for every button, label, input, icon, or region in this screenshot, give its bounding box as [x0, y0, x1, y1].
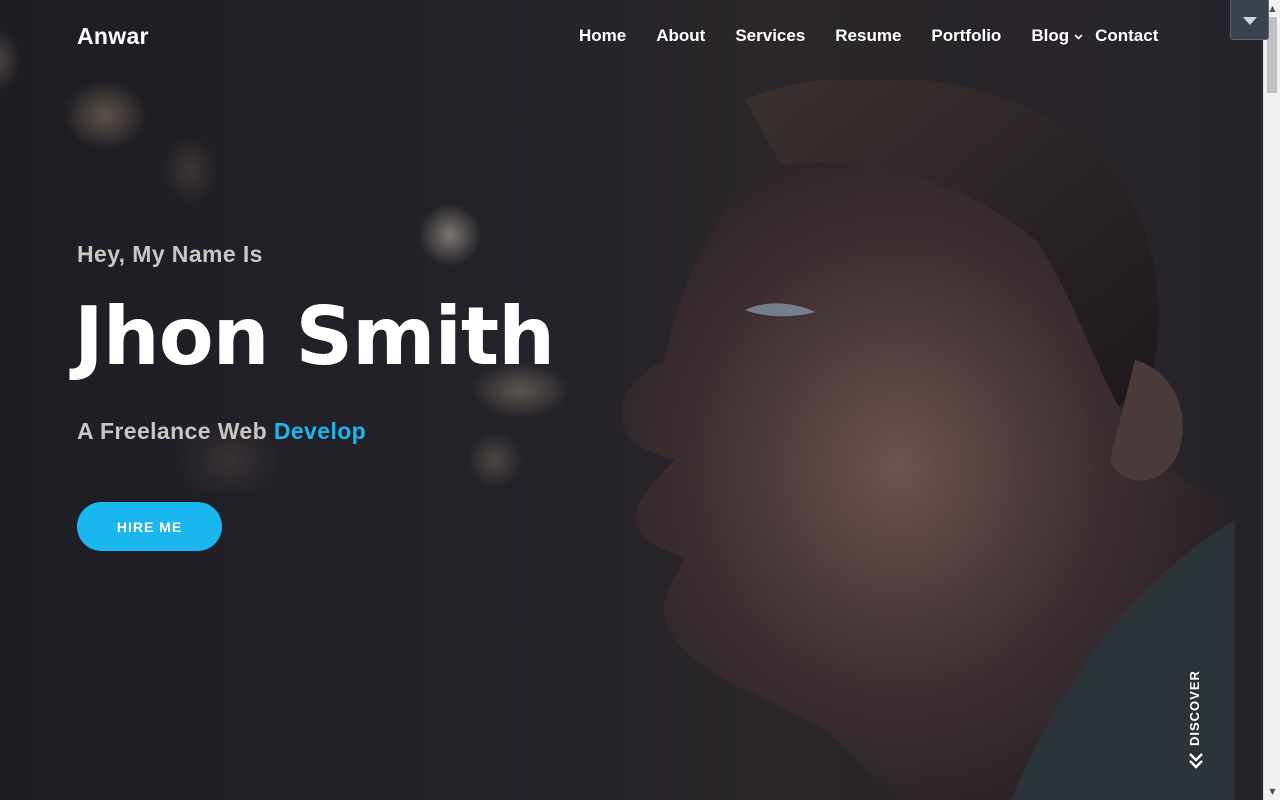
- hero-greeting: Hey, My Name Is: [77, 241, 263, 267]
- page-scrollbar[interactable]: ▲ ▼: [1263, 0, 1280, 800]
- main-menu: Home About Services Resume Portfolio Blo…: [579, 26, 1188, 46]
- scroll-down-arrow-icon[interactable]: ▼: [1264, 783, 1280, 800]
- hero-portrait-image: [615, 80, 1235, 800]
- top-navigation: Anwar Home About Services Resume Portfol…: [0, 0, 1263, 72]
- caret-down-icon: [1242, 10, 1257, 29]
- nav-item-portfolio[interactable]: Portfolio: [931, 26, 1001, 46]
- site-logo[interactable]: Anwar: [77, 23, 149, 50]
- hero-section: [0, 0, 1263, 800]
- nav-item-blog-label: Blog: [1031, 26, 1070, 45]
- nav-item-resume[interactable]: Resume: [835, 26, 901, 46]
- top-dropdown-toggle[interactable]: [1230, 0, 1269, 40]
- nav-item-services[interactable]: Services: [735, 26, 805, 46]
- nav-item-home[interactable]: Home: [579, 26, 626, 46]
- nav-item-about[interactable]: About: [656, 26, 705, 46]
- nav-item-blog[interactable]: Blog: [1031, 26, 1083, 46]
- hero-role: A Freelance Web Develop: [77, 418, 366, 445]
- hero-name: Jhon Smith: [74, 290, 555, 383]
- hero-role-prefix: A Freelance Web: [77, 418, 274, 444]
- double-chevron-down-icon: [1188, 752, 1206, 772]
- nav-item-contact[interactable]: Contact: [1095, 26, 1158, 46]
- discover-scroll-link[interactable]: DISCOVER: [1183, 668, 1211, 778]
- chevron-down-icon: [1074, 32, 1083, 43]
- hire-me-button[interactable]: HIRE ME: [77, 502, 222, 551]
- hero-role-highlight: Develop: [273, 418, 367, 444]
- discover-label: DISCOVER: [1187, 670, 1202, 746]
